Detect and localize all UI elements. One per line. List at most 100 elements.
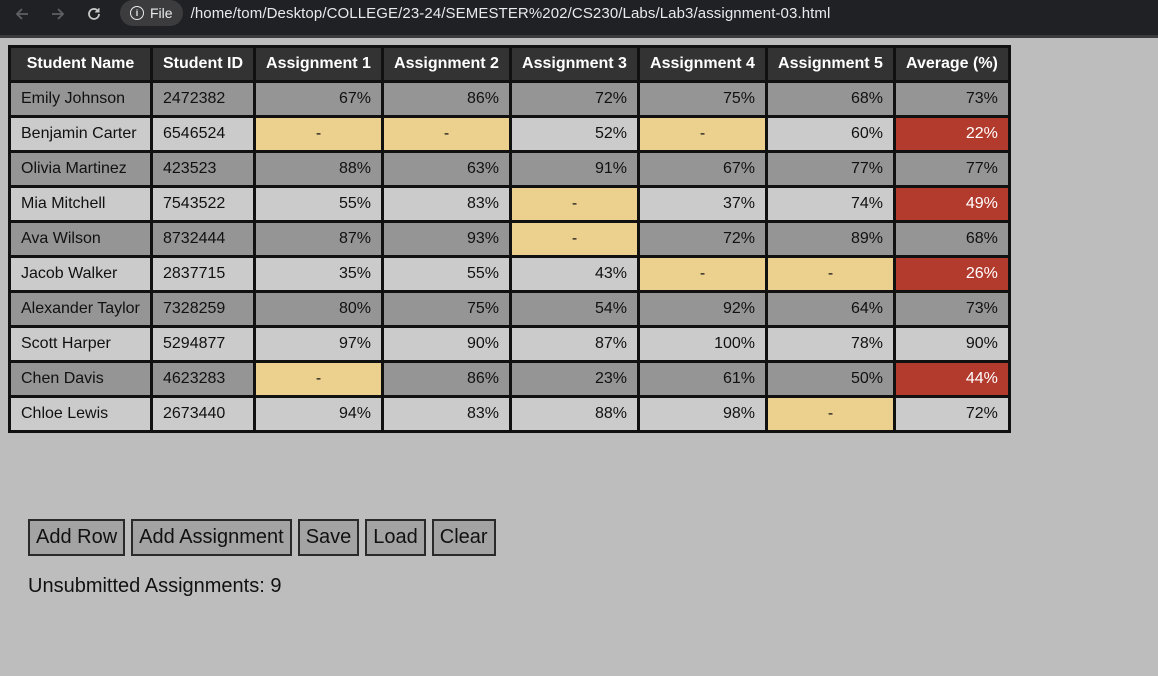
site-info-chip[interactable]: i File bbox=[120, 0, 183, 26]
student-name-cell[interactable]: Alexander Taylor bbox=[8, 290, 153, 328]
grade-cell[interactable]: 67% bbox=[253, 80, 384, 118]
column-header: Average (%) bbox=[893, 45, 1011, 83]
student-name-cell[interactable]: Benjamin Carter bbox=[8, 115, 153, 153]
grade-cell[interactable]: 87% bbox=[253, 220, 384, 258]
grade-cell[interactable]: 54% bbox=[509, 290, 640, 328]
grade-cell[interactable]: 90% bbox=[381, 325, 512, 363]
add-assignment-button[interactable]: Add Assignment bbox=[131, 519, 292, 556]
average-cell: 77% bbox=[893, 150, 1011, 188]
table-row: Benjamin Carter 6546524- -52% -60% 22% bbox=[8, 115, 1011, 153]
student-name-cell[interactable]: Mia Mitchell bbox=[8, 185, 153, 223]
failing-average-cell: 44% bbox=[893, 360, 1011, 398]
grade-cell[interactable]: 37% bbox=[637, 185, 768, 223]
grade-cell[interactable]: 52% bbox=[509, 115, 640, 153]
grade-cell[interactable]: 97% bbox=[253, 325, 384, 363]
table-row: Chloe Lewis 2673440 94% 83% 88% 98% -72% bbox=[8, 395, 1011, 433]
missing-grade-cell[interactable]: - bbox=[765, 395, 896, 433]
grade-cell[interactable]: 72% bbox=[509, 80, 640, 118]
grade-cell[interactable]: 92% bbox=[637, 290, 768, 328]
address-bar[interactable]: i File /home/tom/Desktop/COLLEGE/23-24/S… bbox=[120, 0, 1158, 26]
grade-cell[interactable]: 60% bbox=[765, 115, 896, 153]
grade-cell[interactable]: 78% bbox=[765, 325, 896, 363]
column-header: Assignment 4 bbox=[637, 45, 768, 83]
grade-cell[interactable]: 35% bbox=[253, 255, 384, 293]
grade-cell[interactable]: 89% bbox=[765, 220, 896, 258]
grade-cell[interactable]: 23% bbox=[509, 360, 640, 398]
table-row: Mia Mitchell 7543522 55% 83% -37% 74% 49% bbox=[8, 185, 1011, 223]
back-arrow-icon[interactable] bbox=[9, 3, 35, 25]
grade-cell[interactable]: 55% bbox=[381, 255, 512, 293]
grade-cell[interactable]: 64% bbox=[765, 290, 896, 328]
average-cell: 73% bbox=[893, 80, 1011, 118]
student-id-cell[interactable]: 7328259 bbox=[150, 290, 256, 328]
url-text[interactable]: /home/tom/Desktop/COLLEGE/23-24/SEMESTER… bbox=[191, 5, 831, 22]
reload-icon[interactable] bbox=[81, 3, 107, 25]
student-id-cell[interactable]: 2673440 bbox=[150, 395, 256, 433]
grade-cell[interactable]: 94% bbox=[253, 395, 384, 433]
grade-cell[interactable]: 87% bbox=[509, 325, 640, 363]
grade-cell[interactable]: 91% bbox=[509, 150, 640, 188]
student-name-cell[interactable]: Chloe Lewis bbox=[8, 395, 153, 433]
student-name-cell[interactable]: Ava Wilson bbox=[8, 220, 153, 258]
grade-cell[interactable]: 83% bbox=[381, 185, 512, 223]
student-id-cell[interactable]: 2472382 bbox=[150, 80, 256, 118]
grade-cell[interactable]: 61% bbox=[637, 360, 768, 398]
load-button[interactable]: Load bbox=[365, 519, 426, 556]
missing-grade-cell[interactable]: - bbox=[253, 115, 384, 153]
add-row-button[interactable]: Add Row bbox=[28, 519, 126, 556]
grade-cell[interactable]: 80% bbox=[253, 290, 384, 328]
student-name-cell[interactable]: Jacob Walker bbox=[8, 255, 153, 293]
grade-cell[interactable]: 88% bbox=[253, 150, 384, 188]
grade-cell[interactable]: 68% bbox=[765, 80, 896, 118]
average-cell: 73% bbox=[893, 290, 1011, 328]
student-id-cell[interactable]: 6546524 bbox=[150, 115, 256, 153]
grade-cell[interactable]: 86% bbox=[381, 360, 512, 398]
grade-cell[interactable]: 74% bbox=[765, 185, 896, 223]
grade-cell[interactable]: 88% bbox=[509, 395, 640, 433]
student-id-cell[interactable]: 8732444 bbox=[150, 220, 256, 258]
average-cell: 72% bbox=[893, 395, 1011, 433]
student-name-cell[interactable]: Scott Harper bbox=[8, 325, 153, 363]
missing-grade-cell[interactable]: - bbox=[637, 255, 768, 293]
grade-cell[interactable]: 43% bbox=[509, 255, 640, 293]
grade-cell[interactable]: 63% bbox=[381, 150, 512, 188]
student-id-cell[interactable]: 4623283 bbox=[150, 360, 256, 398]
column-header: Assignment 5 bbox=[765, 45, 896, 83]
grade-cell[interactable]: 100% bbox=[637, 325, 768, 363]
grade-cell[interactable]: 83% bbox=[381, 395, 512, 433]
student-id-cell[interactable]: 5294877 bbox=[150, 325, 256, 363]
table-row: Olivia Martinez 423523 88% 63% 91% 67% 77% 77% bbox=[8, 150, 1011, 188]
grade-cell[interactable]: 93% bbox=[381, 220, 512, 258]
table-row: Chen Davis 4623283-86% 23% 61% 50% 44% bbox=[8, 360, 1011, 398]
grade-cell[interactable]: 75% bbox=[381, 290, 512, 328]
grade-cell[interactable]: 55% bbox=[253, 185, 384, 223]
save-button[interactable]: Save bbox=[297, 519, 360, 556]
missing-grade-cell[interactable]: - bbox=[765, 255, 896, 293]
grade-cell[interactable]: 86% bbox=[381, 80, 512, 118]
student-id-cell[interactable]: 423523 bbox=[150, 150, 256, 188]
grade-cell[interactable]: 98% bbox=[637, 395, 768, 433]
info-icon: i bbox=[130, 6, 144, 20]
missing-grade-cell[interactable]: - bbox=[637, 115, 768, 153]
missing-grade-cell[interactable]: - bbox=[509, 220, 640, 258]
clear-button[interactable]: Clear bbox=[431, 519, 496, 556]
missing-grade-cell[interactable]: - bbox=[253, 360, 384, 398]
missing-grade-cell[interactable]: - bbox=[381, 115, 512, 153]
header-row: Student Name Student ID Assignment 1 Assign… bbox=[8, 45, 1011, 83]
column-header: Student Name bbox=[8, 45, 153, 83]
grade-cell[interactable]: 75% bbox=[637, 80, 768, 118]
table-row: Jacob Walker 2837715 35% 55% 43% - -26% bbox=[8, 255, 1011, 293]
grade-cell[interactable]: 50% bbox=[765, 360, 896, 398]
missing-grade-cell[interactable]: - bbox=[509, 185, 640, 223]
student-id-cell[interactable]: 7543522 bbox=[150, 185, 256, 223]
table-row: Emily Johnson 2472382 67% 86% 72% 75% 68% 73% bbox=[8, 80, 1011, 118]
grade-cell[interactable]: 72% bbox=[637, 220, 768, 258]
forward-arrow-icon[interactable] bbox=[45, 3, 71, 25]
student-name-cell[interactable]: Olivia Martinez bbox=[8, 150, 153, 188]
grade-cell[interactable]: 77% bbox=[765, 150, 896, 188]
student-name-cell[interactable]: Chen Davis bbox=[8, 360, 153, 398]
student-name-cell[interactable]: Emily Johnson bbox=[8, 80, 153, 118]
grade-cell[interactable]: 67% bbox=[637, 150, 768, 188]
student-id-cell[interactable]: 2837715 bbox=[150, 255, 256, 293]
table-row: Scott Harper 5294877 97% 90% 87% 100% 78% 90% bbox=[8, 325, 1011, 363]
